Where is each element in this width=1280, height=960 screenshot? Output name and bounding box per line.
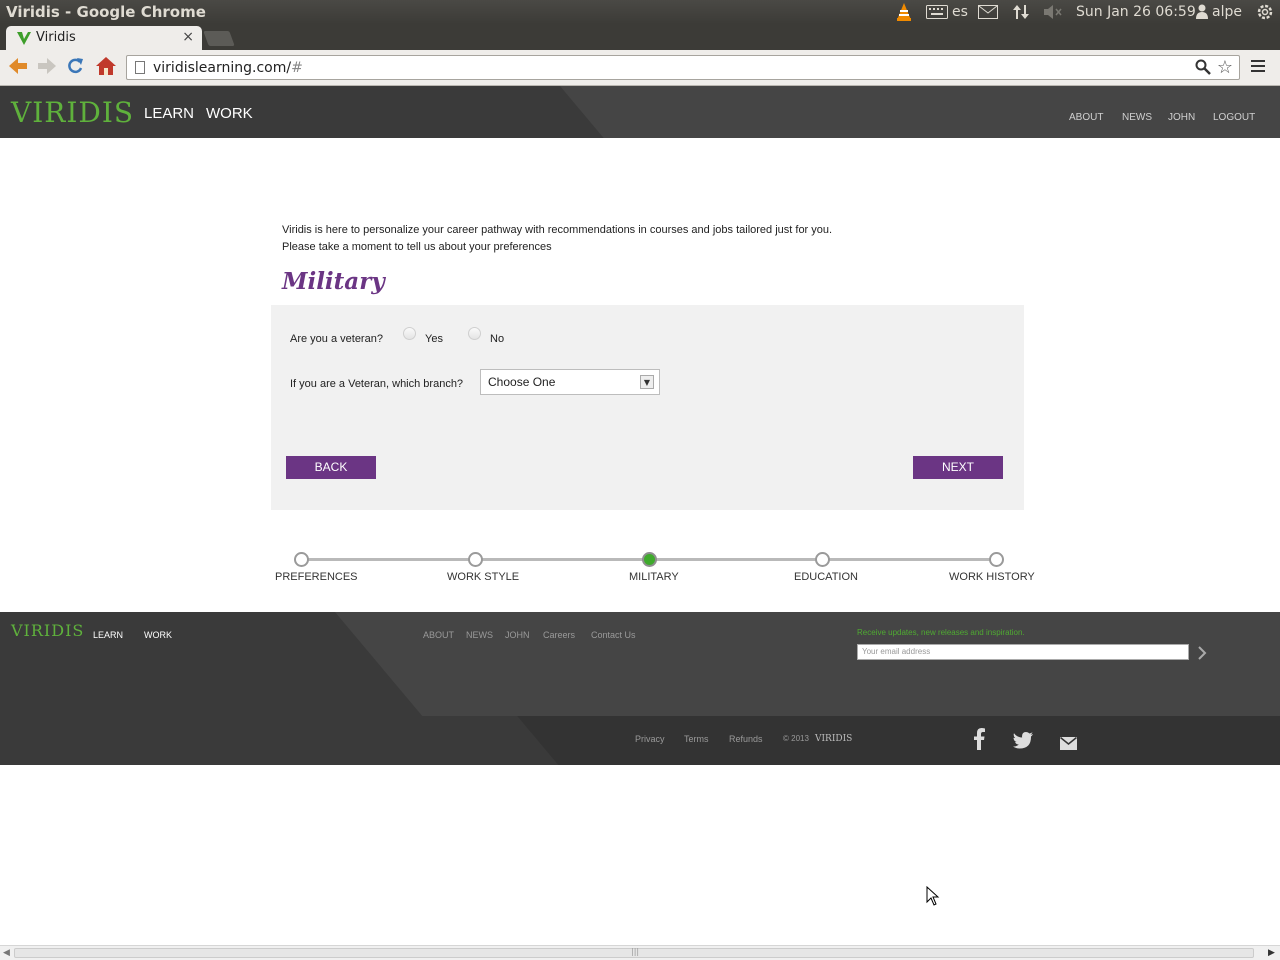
chevron-down-icon[interactable]: ▼ [640,375,654,389]
footer-logo[interactable]: VIRIDIS [11,621,84,640]
nav-work[interactable]: WORK [206,105,253,122]
facebook-icon[interactable] [973,728,985,754]
horizontal-scrollbar[interactable]: ◀ ||| ▶ [0,945,1280,960]
vlc-icon[interactable] [894,2,914,26]
search-icon[interactable] [1195,59,1211,79]
network-icon[interactable] [1012,3,1030,25]
close-tab-icon[interactable]: × [182,29,194,45]
viridis-favicon-icon [16,30,32,50]
power-gear-icon[interactable] [1256,3,1274,25]
progress-label-education[interactable]: EDUCATION [794,571,858,583]
section-title: Military [282,268,385,295]
nav-learn[interactable]: LEARN [144,105,194,122]
submit-arrow-icon[interactable] [1197,645,1207,664]
copyright-logo: VIRIDIS [815,734,853,744]
user-icon[interactable] [1196,4,1208,23]
next-button[interactable]: NEXT [913,456,1003,479]
user-name[interactable]: alpe [1212,4,1242,20]
progress-label-work-style[interactable]: WORK STYLE [447,571,519,583]
bookmark-star-icon[interactable]: ☆ [1217,57,1233,78]
progress-dot-military[interactable] [642,552,657,567]
intro-line-2: Please take a moment to tell us about yo… [282,241,552,253]
volume-muted-icon[interactable] [1043,4,1063,24]
mail-icon[interactable] [978,5,998,23]
branch-select-value: Choose One [488,375,556,389]
footer-link-about[interactable]: ABOUT [423,630,454,640]
back-arrow-icon[interactable] [8,57,28,80]
branch-question-label: If you are a Veteran, which branch? [290,378,464,390]
email-field[interactable]: Your email address [857,644,1189,660]
footer-link-news[interactable]: NEWS [466,630,493,640]
link-logout[interactable]: LOGOUT [1213,112,1255,123]
mouse-cursor-icon [926,885,940,910]
intro-line-1: Viridis is here to personalize your care… [282,224,833,236]
window-title: Viridis - Google Chrome [6,3,206,21]
branch-select[interactable]: Choose One ▼ [480,369,660,395]
tab-viridis[interactable]: Viridis × [6,26,202,50]
address-bar[interactable]: viridislearning.com/# ☆ [126,55,1240,80]
footer-link-terms[interactable]: Terms [684,734,709,744]
progress-dot-preferences[interactable] [294,552,309,567]
scroll-right-icon[interactable]: ▶ [1268,948,1275,958]
scrollbar-grip: ||| [631,947,640,956]
progress-dot-work-style[interactable] [468,552,483,567]
veteran-yes-label[interactable]: Yes [425,333,443,345]
site-footer: VIRIDIS LEARN WORK ABOUT NEWS JOHN Caree… [0,612,1280,716]
twitter-icon[interactable] [1013,732,1033,753]
footer-link-john[interactable]: JOHN [505,630,530,640]
new-tab-button[interactable] [203,31,235,46]
site-header: VIRIDIS LEARN WORK ABOUT NEWS JOHN LOGOU… [0,86,1280,138]
veteran-yes-radio[interactable] [403,327,416,340]
progress-label-work-history[interactable]: WORK HISTORY [949,571,1035,583]
reload-icon[interactable] [66,57,84,80]
home-icon[interactable] [95,56,117,81]
footer-link-refunds[interactable]: Refunds [729,734,763,744]
progress-label-military[interactable]: MILITARY [629,571,679,583]
footer-nav-work[interactable]: WORK [144,630,172,640]
progress-label-preferences[interactable]: PREFERENCES [275,571,358,583]
footer-link-careers[interactable]: Careers [543,630,575,640]
veteran-no-radio[interactable] [468,327,481,340]
os-top-bar: Viridis - Google Chrome es Sun Jan 26 06… [0,0,1280,24]
copyright-text: © 2013 [783,734,809,743]
clock[interactable]: Sun Jan 26 06:59 [1076,4,1196,20]
footer-nav-learn[interactable]: LEARN [93,630,123,640]
military-form [271,305,1024,510]
footer-bottom-bar: Privacy Terms Refunds © 2013 VIRIDIS [0,716,1280,765]
forward-arrow-icon[interactable] [37,57,57,80]
keyboard-icon[interactable] [926,5,948,23]
link-about[interactable]: ABOUT [1069,112,1103,123]
page-icon [135,61,145,74]
subscribe-text: Receive updates, new releases and inspir… [857,628,1025,637]
footer-link-contact[interactable]: Contact Us [591,630,636,640]
tab-title: Viridis [36,30,76,45]
email-icon[interactable] [1060,735,1077,754]
scroll-left-icon[interactable]: ◀ [3,948,10,958]
footer-link-privacy[interactable]: Privacy [635,734,665,744]
progress-dot-education[interactable] [815,552,830,567]
veteran-no-label[interactable]: No [490,333,504,345]
progress-dot-work-history[interactable] [989,552,1004,567]
chrome-menu-icon[interactable] [1251,60,1265,74]
link-news[interactable]: NEWS [1122,112,1152,123]
link-john[interactable]: JOHN [1168,112,1195,123]
back-button[interactable]: BACK [286,456,376,479]
viridis-logo[interactable]: VIRIDIS [11,96,134,129]
veteran-question-label: Are you a veteran? [290,333,383,345]
keyboard-layout-label[interactable]: es [952,4,968,20]
url-text[interactable]: viridislearning.com/# [153,60,303,76]
